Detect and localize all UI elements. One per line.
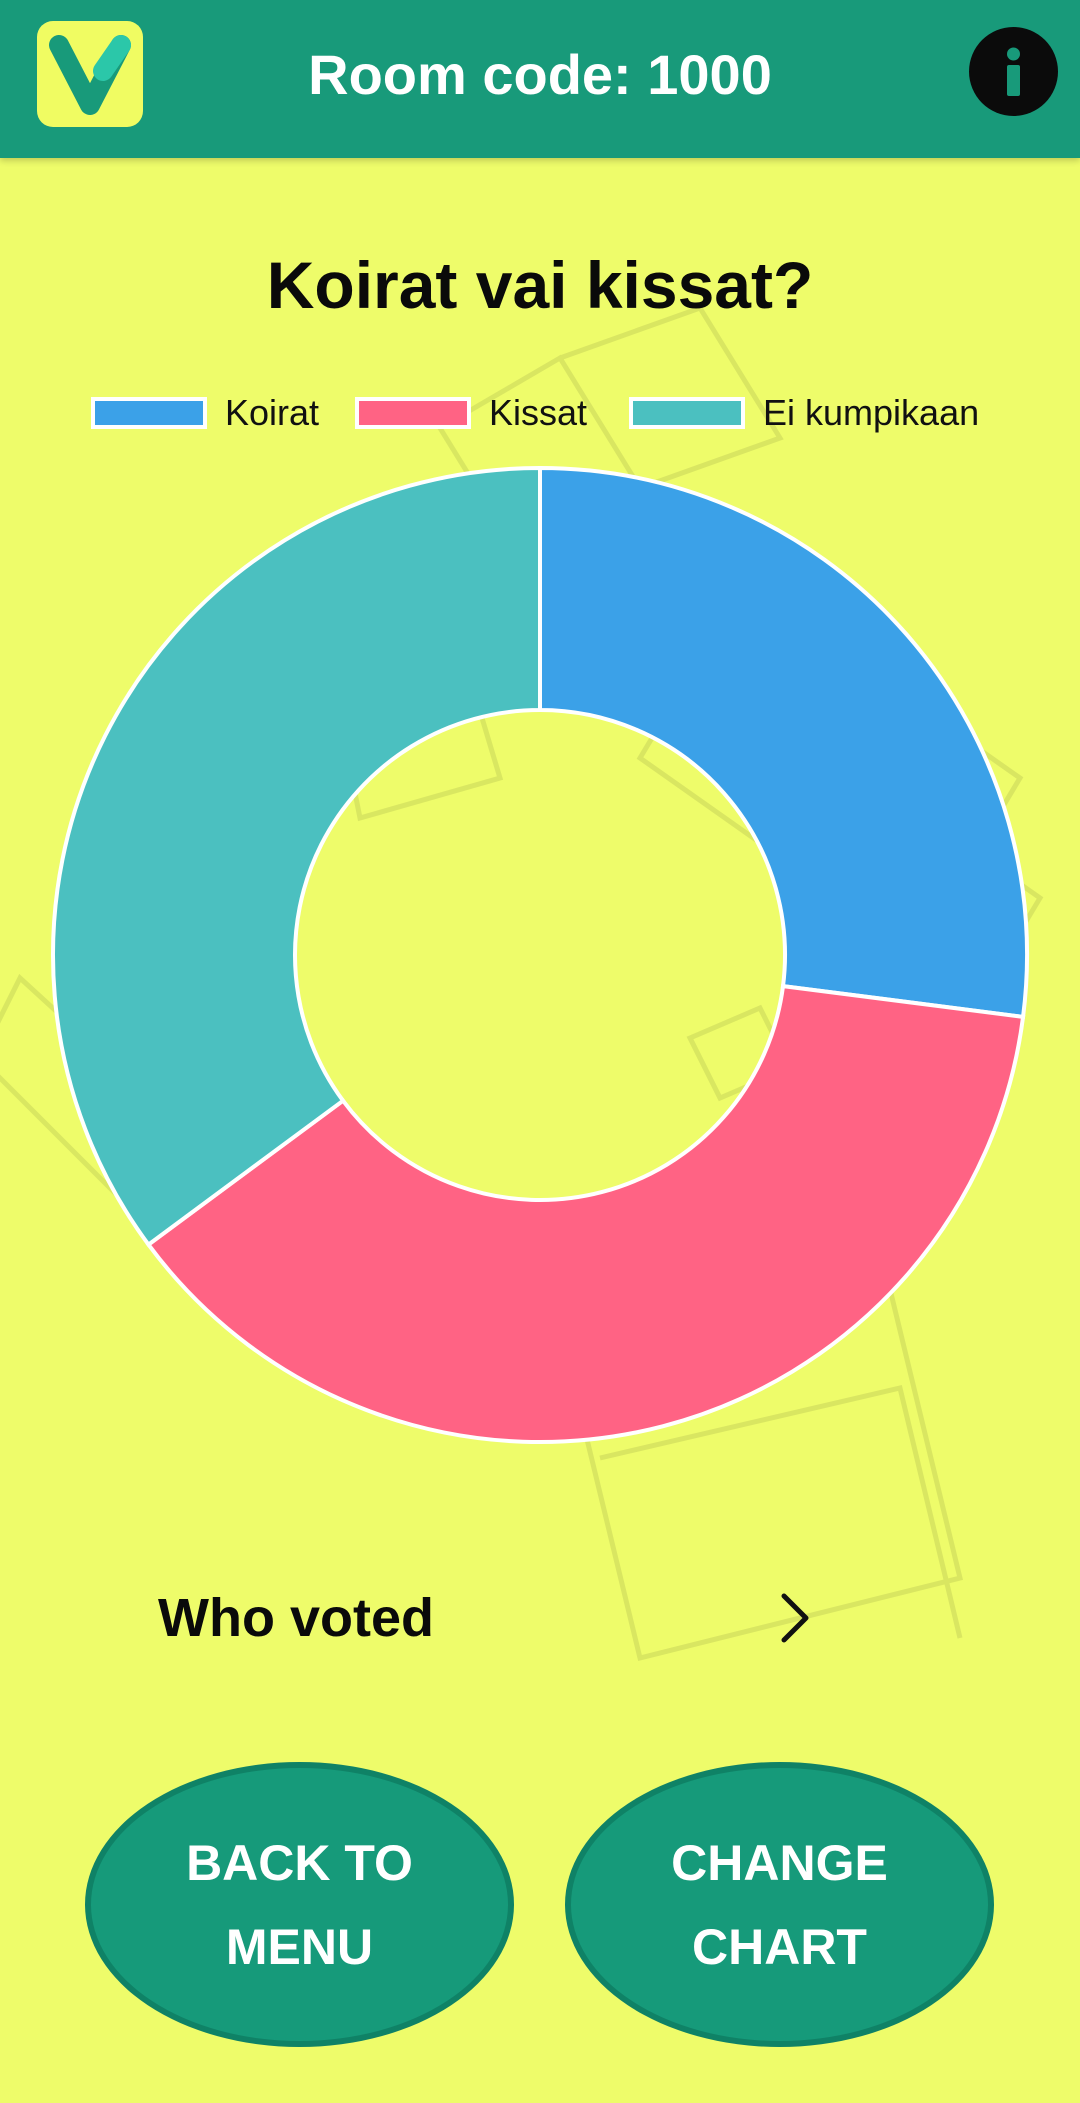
app-header: Room code: 1000 [0, 0, 1080, 158]
who-voted-row[interactable]: Who voted [158, 1578, 809, 1658]
back-to-menu-button[interactable]: BACK TO MENU [85, 1762, 514, 2047]
change-chart-button[interactable]: CHANGE CHART [565, 1762, 994, 2047]
legend-swatch [91, 397, 207, 429]
info-button[interactable] [969, 27, 1058, 116]
donut-slice-ei-kumpikaan[interactable] [51, 465, 542, 1248]
donut-chart [51, 465, 1029, 1444]
who-voted-label: Who voted [158, 1588, 434, 1648]
legend-swatch [355, 397, 471, 429]
legend-item-ei-kumpikaan[interactable]: Ei kumpikaan [629, 388, 979, 438]
legend-item-kissat[interactable]: Kissat [355, 388, 587, 438]
legend-swatch [629, 397, 745, 429]
room-code-title: Room code: 1000 [308, 43, 772, 106]
legend-label: Ei kumpikaan [763, 392, 980, 433]
change-chart-label: CHANGE CHART [671, 1834, 888, 1975]
chart-title: Koirat vai kissat? [266, 248, 814, 322]
info-icon [1007, 47, 1020, 96]
legend-label: Kissat [489, 392, 588, 433]
back-to-menu-label: BACK TO MENU [186, 1834, 413, 1975]
legend-label: Koirat [225, 392, 320, 433]
legend-item-koirat[interactable]: Koirat [91, 388, 319, 438]
chart-legend: Koirat Kissat Ei kumpikaan [0, 388, 1080, 438]
chevron-right-icon [781, 1593, 809, 1643]
donut-slice-koirat[interactable] [538, 465, 1029, 1020]
